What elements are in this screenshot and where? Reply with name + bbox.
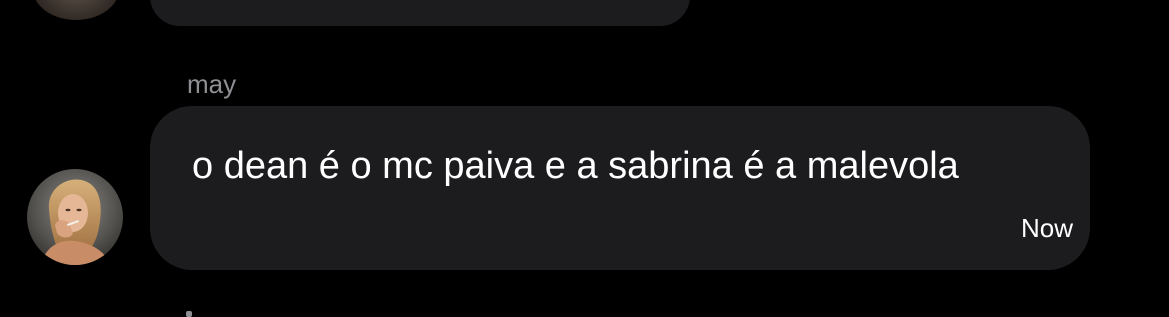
- sender-avatar[interactable]: [27, 169, 123, 265]
- chat-thread: may o dean é o mc paiva e a sabrina é a …: [0, 0, 1169, 317]
- next-message-indicator: [186, 311, 192, 317]
- message-bubble[interactable]: o dean é o mc paiva e a sabrina é a male…: [150, 106, 1090, 270]
- message-timestamp: Now: [1020, 213, 1073, 243]
- message-text: o dean é o mc paiva e a sabrina é a male…: [192, 145, 959, 187]
- previous-message-avatar[interactable]: [33, 0, 119, 20]
- previous-message-bubble[interactable]: [150, 0, 690, 26]
- profile-photo-icon: [27, 169, 123, 265]
- sender-name: may: [187, 69, 237, 99]
